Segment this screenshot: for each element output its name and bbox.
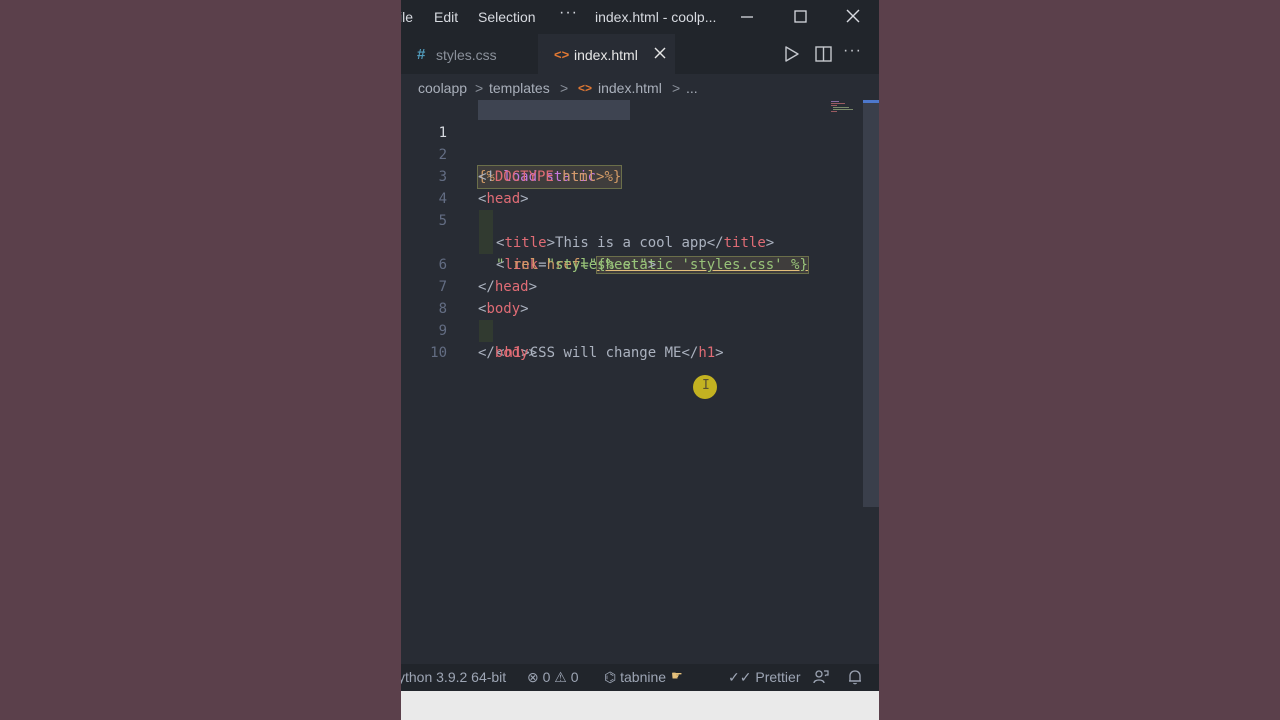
feedback-icon [813,670,829,684]
breadcrumb-item-symbols[interactable]: ... [686,80,698,96]
code-line[interactable]: 6 </head> [401,232,861,295]
code-line[interactable]: 8 <h1>CSS will change ME</h1> [401,276,861,361]
split-editor-icon [815,46,832,62]
scrollbar-indicator [863,100,879,103]
title-bar: ile Edit Selection ··· index.html - cool… [401,0,879,34]
code-editor[interactable]: 1 {% load static %} 2 <!DOCTYPE html> 3 … [401,100,879,662]
selection-highlight [478,100,630,120]
breadcrumb: coolapp > templates > <> index.html > ..… [401,74,879,102]
code-line[interactable]: 7 <body> [401,254,861,317]
html-angle-icon: <> [554,47,570,62]
close-icon [654,47,666,59]
tab-label: index.html [574,47,638,63]
breadcrumb-separator: > [475,80,484,96]
html-angle-icon: <> [578,81,593,95]
problems-indicator[interactable]: ⊗ 0 ⚠ 0 [527,669,579,686]
tabnine-status[interactable]: ⌬ tabnine [604,669,666,686]
close-icon [846,9,860,23]
vscode-window: ile Edit Selection ··· index.html - cool… [401,0,879,720]
breadcrumb-item-index-html[interactable]: index.html [598,80,662,96]
breadcrumb-item-templates[interactable]: templates [489,80,550,96]
code-line[interactable]: 10 [401,320,861,361]
minimap[interactable] [831,100,853,114]
vertical-scrollbar[interactable] [863,100,879,507]
more-actions-button[interactable]: ··· [843,42,865,62]
maximize-button[interactable] [787,5,813,29]
code-line[interactable]: 9 </body> [401,298,861,361]
maximize-icon [794,10,807,23]
menu-more-button[interactable]: ··· [559,4,578,22]
background-left [0,0,401,720]
run-button[interactable] [781,44,803,64]
tab-bar: # styles.css <> index.html ··· [401,34,879,74]
code-line[interactable]: 2 <!DOCTYPE html> [401,122,861,185]
text-cursor-icon: I [702,378,710,393]
menu-selection[interactable]: Selection [478,9,536,25]
code-text: </body> [478,345,538,361]
code-line[interactable]: 1 {% load static %} [401,100,861,189]
code-line[interactable]: 3 <head> [401,144,861,207]
hand-pointer-icon: ☛ [671,668,683,683]
line-number: 10 [430,345,447,361]
feedback-button[interactable] [812,668,830,686]
css-hash-icon: # [417,46,426,63]
status-bar: ython 3.9.2 64-bit ⊗ 0 ⚠ 0 ⌬ tabnine ☛ ✓… [401,664,879,691]
breadcrumb-separator: > [672,80,681,96]
minimize-button[interactable] [734,5,760,29]
menu-edit[interactable]: Edit [434,9,458,25]
bottom-strip [401,691,879,720]
tab-styles-css[interactable]: # styles.css [401,34,537,74]
python-interpreter[interactable]: ython 3.9.2 64-bit [401,669,506,685]
notifications-button[interactable] [846,668,864,686]
minimize-icon [741,16,753,18]
prettier-status[interactable]: ✓✓ Prettier [728,669,800,686]
breadcrumb-separator: > [560,80,569,96]
code-line[interactable]: 5 <link href="{% static 'styles.css' %} [401,188,861,274]
background-right [879,0,1280,720]
code-line-wrapped[interactable]: " rel="stylesheet"> [401,210,861,273]
tab-index-html[interactable]: <> index.html [538,34,675,74]
close-window-button[interactable] [840,5,866,29]
window-title: index.html - coolp... [595,9,717,25]
menu-file[interactable]: ile [401,9,413,25]
tab-close-button[interactable] [652,45,668,61]
code-line[interactable]: 4 <title>This is a cool app</title> [401,166,861,251]
breadcrumb-item-coolapp[interactable]: coolapp [418,80,467,96]
play-icon [785,46,799,62]
split-editor-button[interactable] [813,44,835,64]
tab-label: styles.css [436,47,497,63]
bell-icon [849,670,861,685]
